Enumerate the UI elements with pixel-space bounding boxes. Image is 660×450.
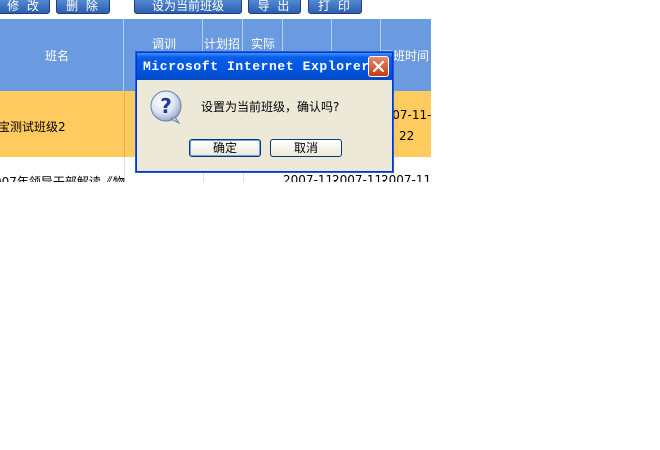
header-adjust-label: 调训 xyxy=(152,37,177,51)
header-plan-label: 计划招 xyxy=(204,37,241,51)
cancel-button[interactable]: 取消 xyxy=(270,139,342,157)
print-button[interactable]: 打 印 xyxy=(308,0,362,14)
header-class-name: 班名 xyxy=(0,19,124,91)
dialog-titlebar[interactable]: Microsoft Internet Explorer xyxy=(137,53,392,80)
export-button[interactable]: 导 出 xyxy=(248,0,301,14)
svg-text:?: ? xyxy=(160,94,172,118)
close-button[interactable] xyxy=(368,56,389,77)
header-actual-label: 实际 xyxy=(251,37,276,51)
ok-button[interactable]: 确定 xyxy=(189,139,261,157)
row-date-2: 2007-11- xyxy=(332,173,387,182)
confirm-dialog: Microsoft Internet Explorer ? 设置为当前班级，确认… xyxy=(136,52,393,172)
row-date-3: 2007-11- xyxy=(381,173,431,182)
edit-button[interactable]: 修 改 xyxy=(0,0,50,14)
dialog-message: 设置为当前班级，确认吗? xyxy=(201,100,340,114)
close-icon xyxy=(372,60,385,73)
row-class-name[interactable]: 宝测试班级2 xyxy=(0,118,66,135)
header-class-name-label: 班名 xyxy=(45,49,70,63)
row-class-name[interactable]: 007年领导干部解读《物 xyxy=(0,173,125,182)
row-start-date-day: 22 xyxy=(399,129,415,143)
row-divider xyxy=(124,91,125,157)
set-current-class-button[interactable]: 设为当前班级 xyxy=(134,0,242,14)
dialog-title: Microsoft Internet Explorer xyxy=(143,59,370,74)
question-icon: ? xyxy=(150,90,182,124)
delete-button[interactable]: 删 除 xyxy=(56,0,110,14)
row-date-1: 2007-11- xyxy=(283,173,338,182)
